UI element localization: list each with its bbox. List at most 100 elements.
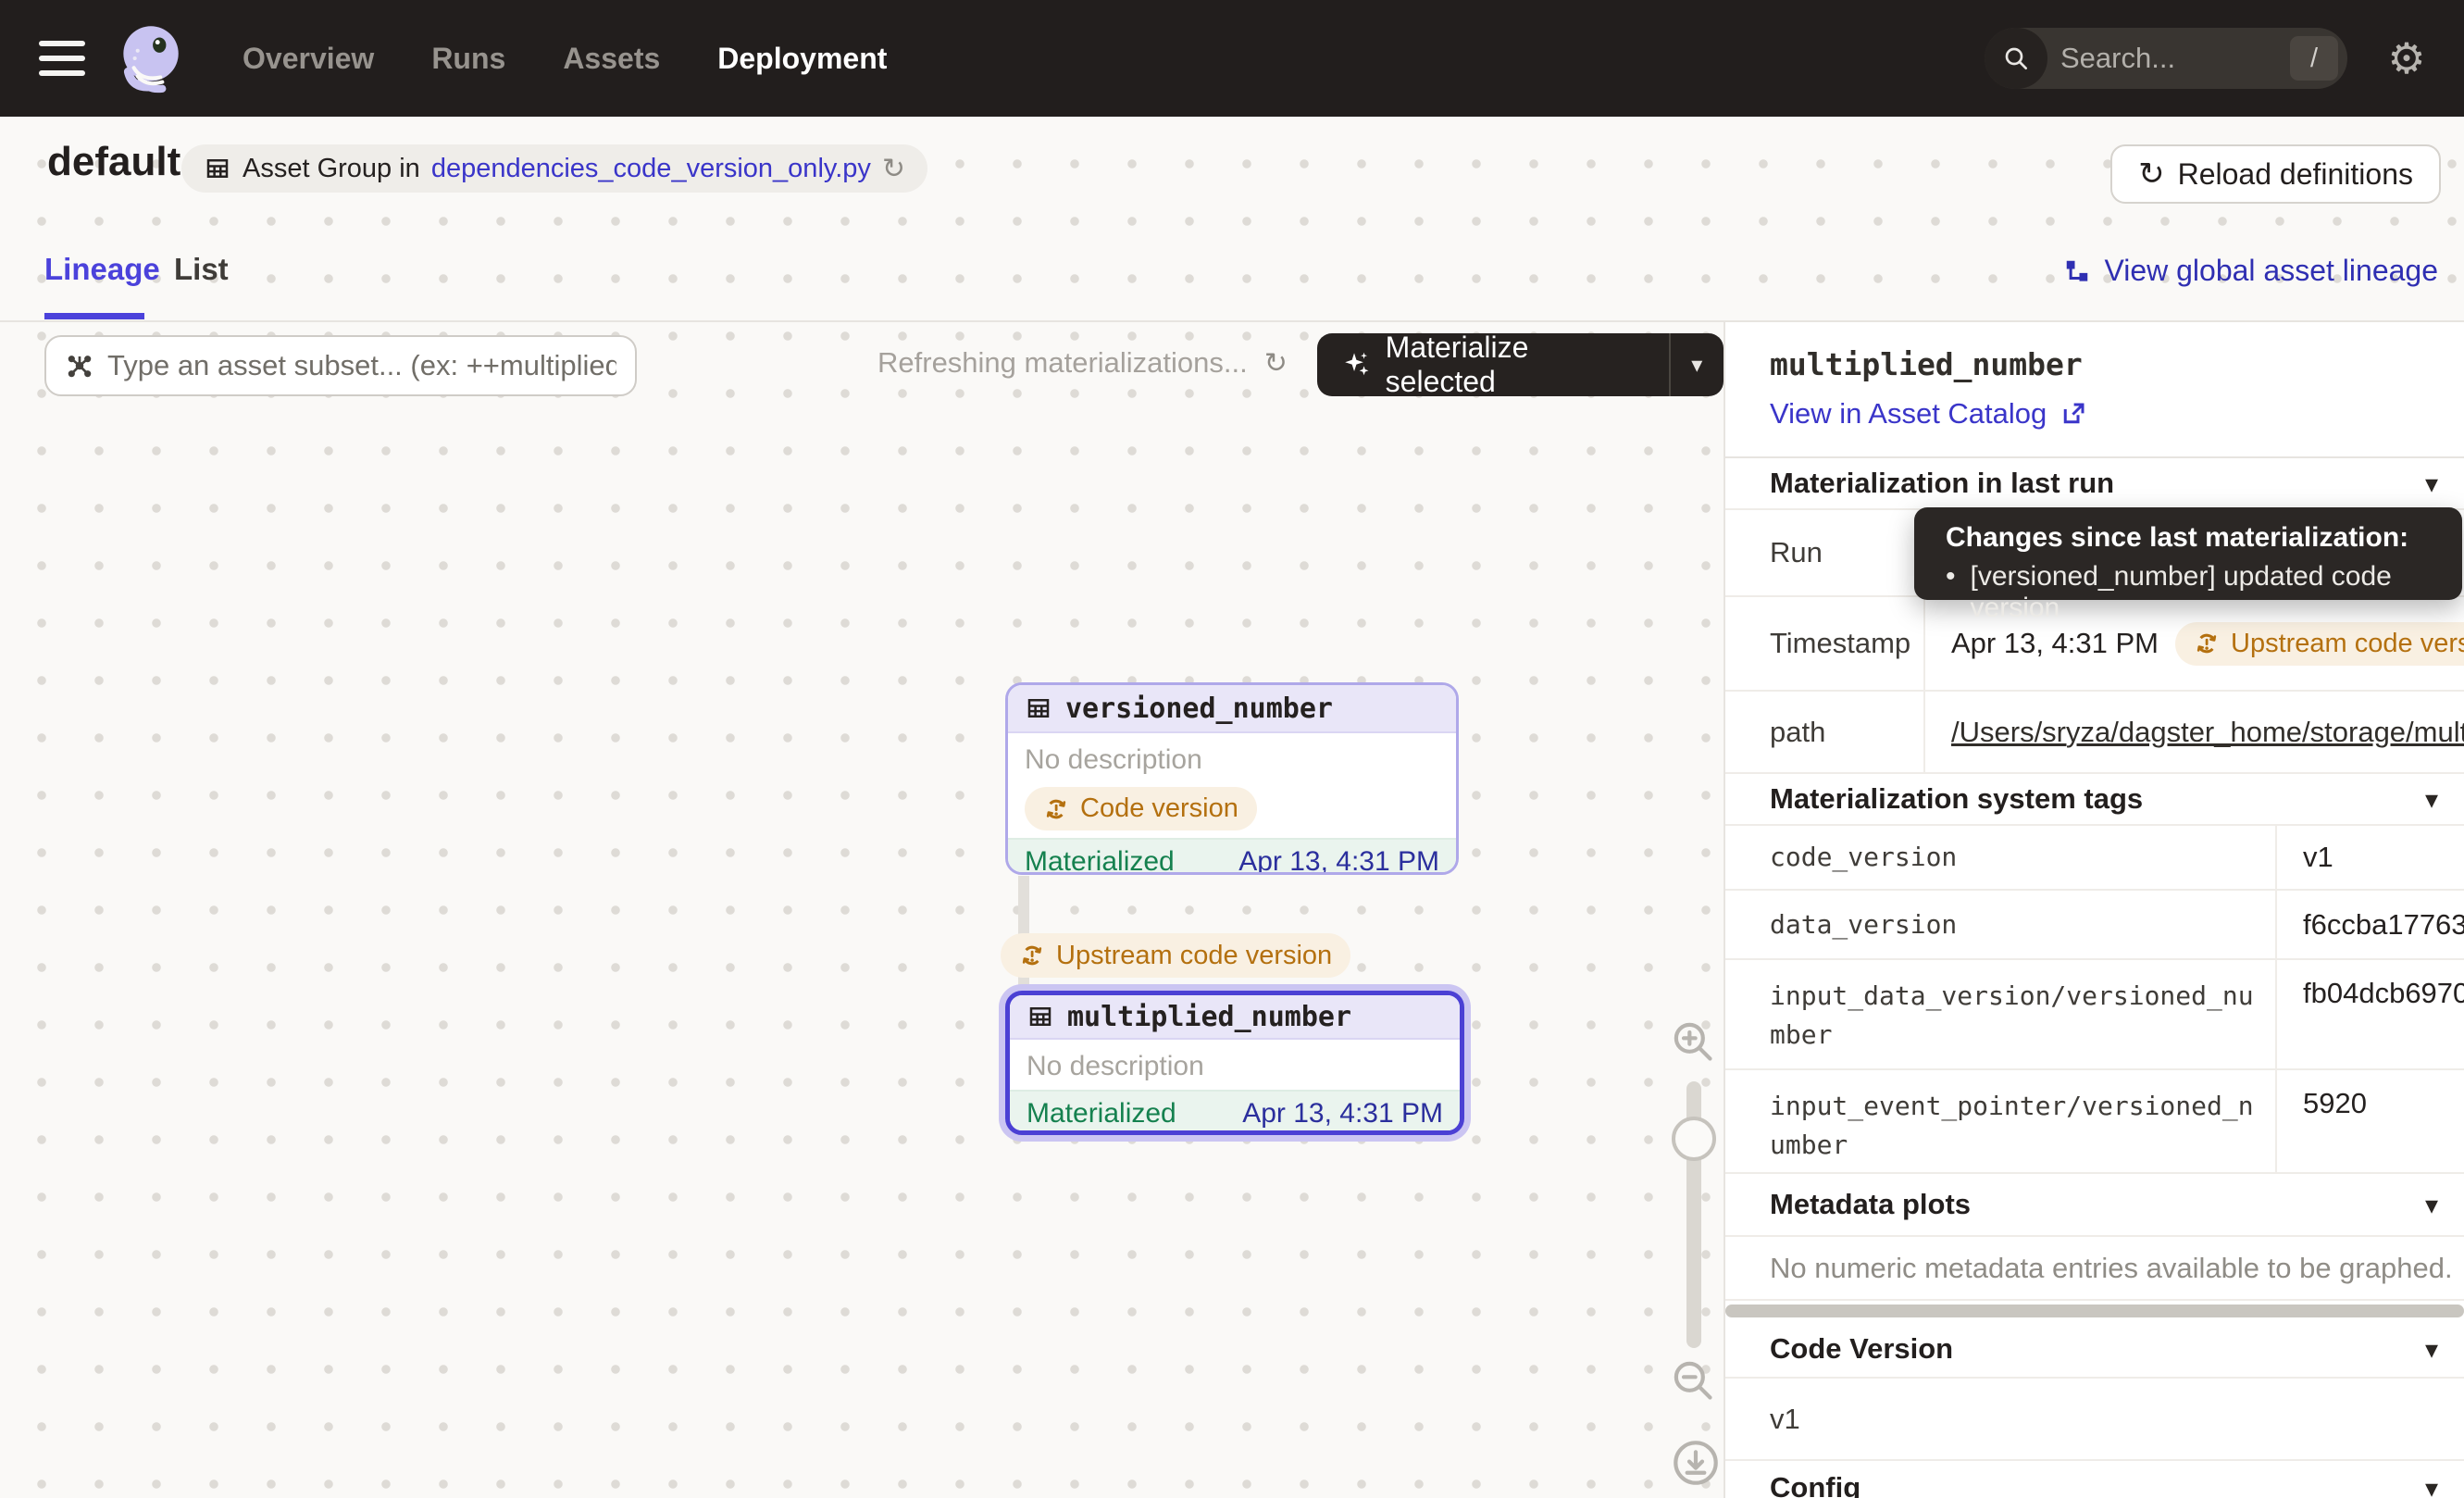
view-global-asset-lineage-label: View global asset lineage [2104, 254, 2438, 288]
asset-node-footer: Materialized Apr 13, 4:31 PM [1008, 838, 1456, 875]
lineage-canvas[interactable]: Refreshing materializations... ↻ Materia… [0, 322, 1724, 1498]
materialization-timestamp-link[interactable]: Apr 13, 4:31 PM [1238, 846, 1439, 875]
reload-definitions-button[interactable]: ↻ Reload definitions [2110, 144, 2441, 204]
asset-graph-filter-icon [65, 351, 94, 381]
materialized-status: Materialized [1027, 1098, 1176, 1130]
changes-tooltip: Changes since last materialization: • [v… [1914, 507, 2462, 600]
section-code-version[interactable]: Code Version ▾ [1725, 1321, 2464, 1379]
asset-node-body: No description Code version [1008, 733, 1456, 838]
section-title: Config [1770, 1471, 1860, 1498]
tag-value: v1 [2277, 826, 2464, 889]
path-value-link[interactable]: /Users/sryza/dagster_home/storage/multip [1951, 716, 2464, 749]
refreshing-label: Refreshing materializations... [877, 346, 1248, 380]
asset-group-file-link[interactable]: dependencies_code_version_only.py [431, 154, 871, 184]
asset-subset-input[interactable] [107, 349, 616, 382]
asset-group-badge[interactable]: Asset Group in dependencies_code_version… [181, 144, 927, 193]
code-version-value: v1 [1725, 1379, 2464, 1461]
asset-node-header: versioned_number [1008, 685, 1456, 733]
refresh-materializations-icon[interactable]: ↻ [1264, 347, 1288, 380]
upstream-code-version-tag[interactable]: Upstream code version [1001, 933, 1350, 978]
global-search[interactable]: / [1985, 28, 2347, 89]
asset-node-title: multiplied_number [1067, 1001, 1351, 1033]
asset-node-body: No description [1010, 1040, 1460, 1090]
page-title: default [47, 139, 180, 185]
asset-group-icon [204, 155, 231, 182]
materialize-selected-main[interactable]: Materialize selected [1317, 333, 1669, 396]
tab-lineage[interactable]: Lineage [44, 252, 160, 287]
upstream-code-version-label: Upstream code version [2231, 629, 2464, 659]
upstream-code-version-tag[interactable]: Upstream code version [2175, 622, 2464, 666]
collapse-caret-icon[interactable]: ▾ [2425, 468, 2438, 499]
primary-nav: Overview Runs Assets Deployment [228, 32, 902, 85]
section-metadata-plots[interactable]: Metadata plots ▾ [1725, 1174, 2464, 1237]
materialized-status: Materialized [1025, 846, 1175, 875]
selected-asset-name: multiplied_number [1770, 346, 2464, 382]
metadata-plots-empty-message: No numeric metadata entries available to… [1725, 1237, 2464, 1301]
path-label: path [1725, 692, 1925, 772]
timestamp-label: Timestamp [1725, 597, 1925, 690]
asset-node-footer: Materialized Apr 13, 4:31 PM [1010, 1090, 1460, 1135]
row-data-version-tag: data_version f6ccba177638 [1725, 891, 2464, 960]
external-link-icon [2060, 400, 2087, 428]
asset-node-multiplied-number[interactable]: multiplied_number No description Materia… [1005, 991, 1464, 1135]
materialization-timestamp-link[interactable]: Apr 13, 4:31 PM [1242, 1098, 1443, 1130]
search-shortcut-badge: / [2290, 36, 2338, 81]
asset-detail-panel: multiplied_number View in Asset Catalog … [1724, 322, 2464, 1498]
nav-item-deployment[interactable]: Deployment [703, 32, 902, 85]
collapse-caret-icon[interactable]: ▾ [2425, 1334, 2438, 1365]
asset-node-title: versioned_number [1065, 693, 1333, 725]
nav-item-runs[interactable]: Runs [417, 32, 520, 85]
tag-value: f6ccba177638 [2277, 891, 2464, 958]
section-title: Materialization in last run [1770, 467, 2114, 500]
collapse-caret-icon[interactable]: ▾ [2425, 784, 2438, 815]
download-image-icon[interactable] [1670, 1437, 1722, 1489]
changed-sync-icon [1019, 942, 1045, 968]
search-input[interactable] [2047, 42, 2290, 75]
panel-horizontal-scrollbar[interactable] [1725, 1305, 2464, 1317]
materialize-selected-button[interactable]: Materialize selected ▾ [1317, 333, 1724, 396]
section-title: Materialization system tags [1770, 782, 2143, 816]
tag-value: fb04dcb69700 [2277, 960, 2464, 1068]
view-in-asset-catalog-label: View in Asset Catalog [1770, 397, 2047, 431]
nav-item-overview[interactable]: Overview [228, 32, 389, 85]
asset-node-versioned-number[interactable]: versioned_number No description Code ver… [1005, 682, 1459, 875]
view-in-asset-catalog-link[interactable]: View in Asset Catalog [1770, 397, 2464, 431]
run-label: Run [1725, 510, 1925, 595]
zoom-slider-handle[interactable] [1672, 1117, 1716, 1161]
row-input-data-version-tag: input_data_version/versioned_number fb04… [1725, 960, 2464, 1070]
reload-icon: ↻ [2138, 156, 2165, 193]
tab-list[interactable]: List [174, 252, 229, 287]
sparkle-icon [1341, 349, 1373, 381]
nav-item-assets[interactable]: Assets [548, 32, 675, 85]
badge-reload-icon[interactable]: ↻ [882, 153, 905, 185]
section-config[interactable]: Config ▾ [1725, 1461, 2464, 1498]
zoom-in-icon[interactable] [1668, 1017, 1720, 1068]
section-materialization-system-tags[interactable]: Materialization system tags ▾ [1725, 774, 2464, 826]
timestamp-value[interactable]: Apr 13, 4:31 PM [1951, 627, 2159, 660]
tag-key: code_version [1725, 826, 2277, 889]
settings-gear-icon[interactable]: ⚙ [2366, 33, 2447, 83]
tooltip-bullet: • [1946, 561, 1956, 624]
tag-key: input_data_version/versioned_number [1725, 960, 2277, 1068]
asset-node-description: No description [1025, 744, 1202, 776]
code-version-changed-tag[interactable]: Code version [1025, 787, 1257, 830]
row-code-version-tag: code_version v1 [1725, 826, 2464, 891]
top-navigation-bar: Overview Runs Assets Deployment / ⚙ [0, 0, 2464, 117]
view-global-asset-lineage-link[interactable]: View global asset lineage [2063, 254, 2438, 288]
hamburger-menu-icon[interactable] [39, 41, 85, 76]
tag-value: 5920 [2277, 1070, 2464, 1172]
asset-subset-filter[interactable] [44, 335, 637, 396]
tooltip-item-text: [versioned_number] updated code version [1971, 561, 2462, 624]
collapse-caret-icon[interactable]: ▾ [2425, 1473, 2438, 1498]
collapse-caret-icon[interactable]: ▾ [2425, 1190, 2438, 1220]
section-materialization-in-last-run[interactable]: Materialization in last run ▾ [1725, 458, 2464, 510]
materialize-dropdown-caret[interactable]: ▾ [1671, 333, 1724, 396]
zoom-out-icon[interactable] [1668, 1355, 1720, 1407]
dagster-logo[interactable] [109, 19, 189, 98]
section-title: Metadata plots [1770, 1188, 1971, 1221]
row-input-event-pointer-tag: input_event_pointer/versioned_number 592… [1725, 1070, 2464, 1174]
materialize-selected-label: Materialize selected [1386, 333, 1645, 396]
tooltip-title: Changes since last materialization: [1946, 522, 2462, 554]
panel-header: multiplied_number View in Asset Catalog [1725, 322, 2464, 458]
tag-key: input_event_pointer/versioned_number [1725, 1070, 2277, 1172]
